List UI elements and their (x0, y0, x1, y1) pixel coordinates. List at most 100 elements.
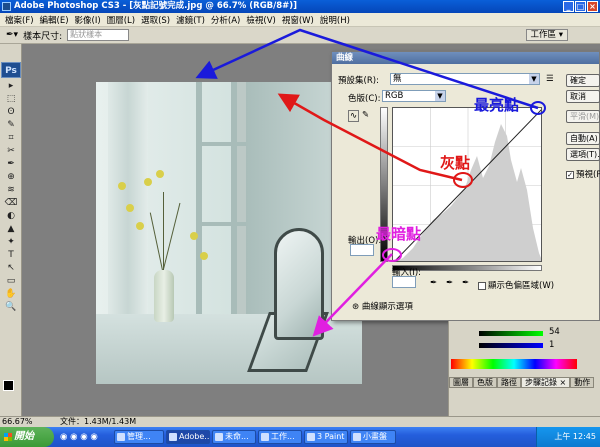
menu-analysis[interactable]: 分析(A) (208, 14, 243, 26)
blue-value: 1 (549, 340, 555, 350)
auto-button[interactable]: 自動(A) (566, 132, 600, 145)
input-field[interactable] (392, 276, 416, 288)
taskbar: 開始 ◉ ◉ ◉ ◉ 管理... Adobe... 未命... 工作... 3 … (0, 427, 600, 447)
gradient-tool-icon[interactable]: ◐ (1, 210, 21, 223)
marquee-tool-icon[interactable]: ⬚ (1, 93, 21, 106)
history-brush-icon[interactable]: ≋ (1, 184, 21, 197)
task-button[interactable]: 3 Paint (304, 430, 348, 444)
shadow-annotation: 最暗點 (376, 225, 422, 243)
task-button[interactable]: 小畫盤 (350, 430, 396, 444)
eyedropper-icon[interactable]: ✒▾ (6, 30, 18, 40)
options-bar: ✒▾ 樣本尺寸: 點狀樣本 工作區 ▾ (0, 27, 600, 44)
doc-size: 文件：1.43M/1.43M (60, 417, 137, 426)
chevron-down-icon: ▼ (529, 74, 539, 84)
crop-tool-icon[interactable]: ⌗ (1, 132, 21, 145)
zoom-tool-icon[interactable]: 🔍 (1, 301, 21, 314)
preset-select[interactable]: 無 ▼ (390, 73, 540, 85)
minimize-button[interactable]: _ (563, 1, 574, 12)
output-field[interactable] (350, 244, 374, 256)
photo-flower (156, 170, 164, 178)
ok-button[interactable]: 確定 (566, 74, 600, 87)
blur-tool-icon[interactable]: ▲ (1, 223, 21, 236)
task-button[interactable]: 工作... (258, 430, 302, 444)
chevron-down-icon: ▼ (435, 91, 445, 101)
sample-size-select[interactable]: 點狀樣本 (67, 29, 130, 41)
system-tray: 上午 12:45 (536, 427, 600, 447)
tab-history[interactable]: 步驟記錄 × (521, 377, 571, 388)
photo-vase (154, 270, 174, 322)
curve-point-tool-icon[interactable]: ∿ (348, 110, 360, 122)
channel-select[interactable]: RGB ▼ (382, 90, 446, 102)
preview-label: 預視(P) (576, 170, 600, 180)
tab-layers[interactable]: 圖層 (449, 377, 473, 388)
show-clipping-checkbox[interactable]: 顯示色偏區域(W) (478, 279, 554, 291)
curve-display-options-label: 曲線顯示選項 (361, 302, 413, 312)
curve-display-options-toggle[interactable]: ⊛ 曲線顯示選項 (352, 300, 413, 312)
quick-launch-icons[interactable]: ◉ ◉ ◉ ◉ (60, 432, 98, 442)
menu-window[interactable]: 視窗(W) (279, 14, 317, 26)
workspace-button[interactable]: 工作區 ▾ (525, 29, 568, 41)
text-tool-icon[interactable]: T (1, 249, 21, 262)
window-title: Adobe Photoshop CS3 - [灰點記號完成.jpg @ 66.7… (14, 1, 298, 11)
task-button[interactable]: 未命... (212, 430, 256, 444)
clock: 上午 12:45 (554, 432, 596, 441)
close-button[interactable]: × (587, 1, 598, 12)
smooth-button[interactable]: 平滑(M) (566, 110, 600, 123)
document-canvas[interactable] (96, 82, 362, 384)
preset-label: 預設集(R): (338, 76, 379, 86)
lasso-tool-icon[interactable]: ʘ (1, 106, 21, 119)
status-bar: 66.67% 文件：1.43M/1.43M (0, 416, 600, 427)
photo-flower (136, 222, 144, 230)
tab-actions[interactable]: 動作 (570, 377, 595, 388)
photo-flower (190, 232, 198, 240)
eraser-tool-icon[interactable]: ⌫ (1, 197, 21, 210)
maximize-button[interactable]: □ (575, 1, 586, 12)
photo-window-frame (231, 82, 237, 322)
color-spectrum[interactable] (451, 359, 577, 369)
curves-dialog: 曲線 預設集(R): 無 ▼ ☰ 色版(C): RGB ▼ ∿ ✎ 輸出(O): 輸… (331, 51, 600, 321)
foreground-color-swatch[interactable] (3, 380, 14, 391)
photo-window-frame (196, 82, 202, 322)
menu-help[interactable]: 說明(H) (317, 14, 353, 26)
hand-tool-icon[interactable]: ✋ (1, 288, 21, 301)
stamp-tool-icon[interactable]: ⊕ (1, 171, 21, 184)
gray-eyedropper-icon[interactable]: ✒ (446, 278, 453, 288)
menu-file[interactable]: 檔案(F) (2, 14, 37, 26)
photoshop-logo: Ps (1, 62, 21, 78)
task-button[interactable]: Adobe... (166, 430, 210, 444)
menu-filter[interactable]: 濾鏡(T) (173, 14, 208, 26)
white-eyedropper-icon[interactable]: ✒ (462, 278, 469, 288)
highlight-annotation: 最亮點 (474, 96, 520, 114)
menu-image[interactable]: 影像(I) (72, 14, 104, 26)
blue-slider[interactable] (479, 343, 543, 348)
options-button[interactable]: 選項(T)... (566, 148, 600, 161)
path-select-icon[interactable]: ↖ (1, 262, 21, 275)
tab-paths[interactable]: 路徑 (497, 377, 521, 388)
channel-label: 色版(C): (348, 94, 381, 104)
show-clipping-label: 顯示色偏區域(W) (488, 281, 555, 291)
dodge-tool-icon[interactable]: ✦ (1, 236, 21, 249)
sample-size-label: 樣本尺寸: (23, 31, 63, 42)
pencil-tool-icon[interactable]: ✎ (362, 110, 369, 120)
menu-view[interactable]: 檢視(V) (243, 14, 278, 26)
task-button[interactable]: 管理... (114, 430, 164, 444)
tab-channels[interactable]: 色版 (473, 377, 497, 388)
menu-layer[interactable]: 圖層(L) (104, 14, 138, 26)
start-button[interactable]: 開始 (0, 427, 54, 447)
menu-select[interactable]: 選取(S) (138, 14, 173, 26)
app-icon (2, 2, 11, 11)
preview-checkbox[interactable]: ✓預視(P) (566, 168, 600, 180)
photo-flower (126, 204, 134, 212)
cancel-button[interactable]: 取消 (566, 90, 600, 103)
magic-wand-icon[interactable]: ✎ (1, 119, 21, 132)
green-slider[interactable] (479, 331, 543, 336)
black-eyedropper-icon[interactable]: ✒ (430, 278, 437, 288)
move-tool-icon[interactable]: ▸ (1, 80, 21, 93)
photo-flower-stem (163, 192, 164, 272)
slice-tool-icon[interactable]: ✂ (1, 145, 21, 158)
shape-tool-icon[interactable]: ▭ (1, 275, 21, 288)
brush-tool-icon[interactable]: ✒ (1, 158, 21, 171)
dialog-title: 曲線 (332, 52, 599, 64)
preset-menu-icon[interactable]: ☰ (546, 74, 554, 84)
menu-edit[interactable]: 編輯(E) (37, 14, 72, 26)
